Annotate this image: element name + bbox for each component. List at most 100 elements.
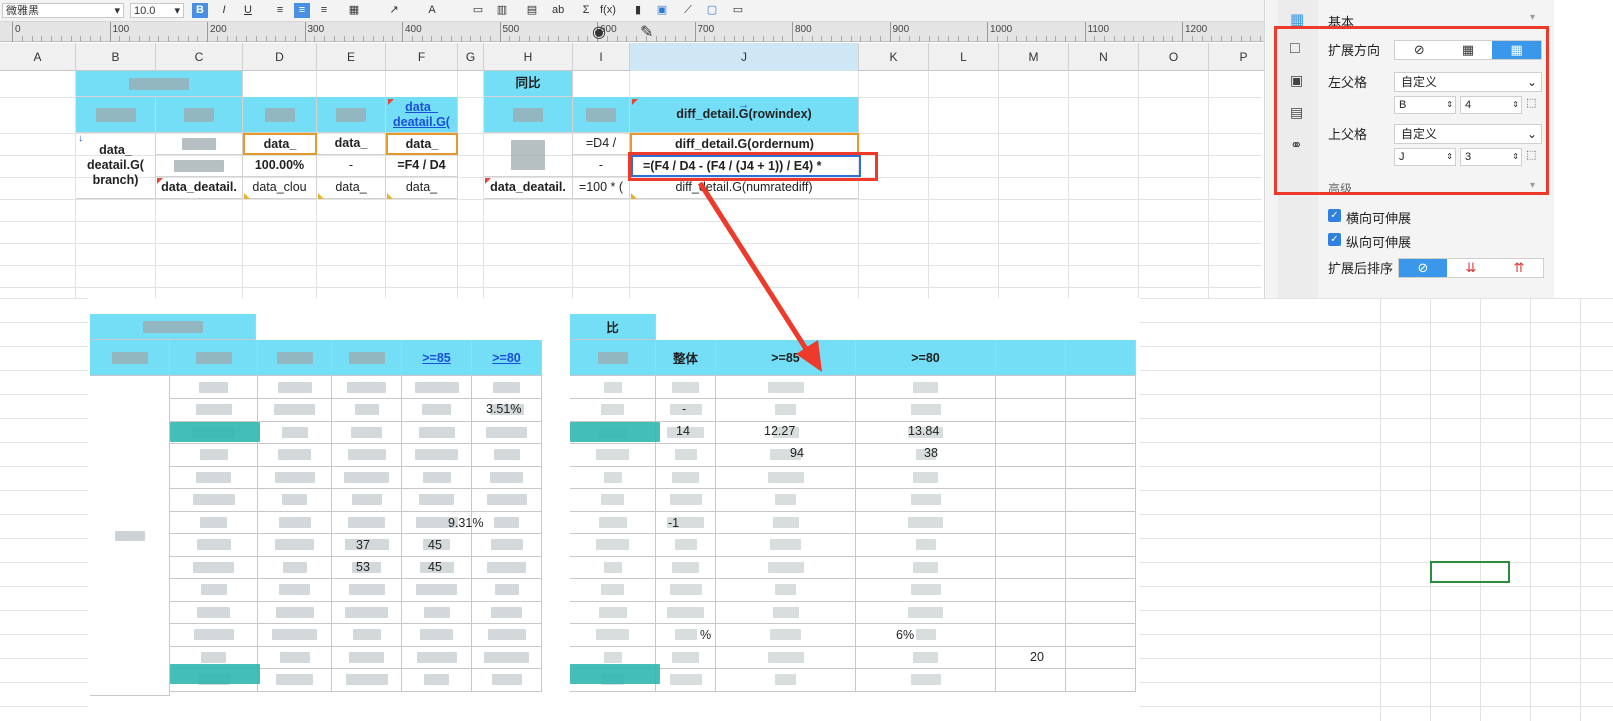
cell-i2[interactable] <box>573 97 630 133</box>
preview-right-cell[interactable] <box>1066 533 1136 557</box>
preview-right-cell[interactable] <box>570 533 656 557</box>
preview-right-cell[interactable] <box>856 488 996 512</box>
column-header-a[interactable]: A <box>0 43 76 71</box>
frame-icon[interactable]: ▭ <box>730 3 746 18</box>
preview-right-header-3[interactable]: >=80 <box>856 340 996 376</box>
slash-icon[interactable]: ⟋ <box>680 3 696 18</box>
preview-right-cell[interactable] <box>856 646 996 669</box>
preview-left-cell[interactable] <box>170 601 258 624</box>
widget-icon[interactable]: ▢ <box>704 3 720 18</box>
preview-right-cell[interactable] <box>996 376 1066 399</box>
preview-right-cell[interactable] <box>570 623 656 647</box>
cell-e4[interactable]: - <box>317 155 386 177</box>
preview-left-header-3[interactable] <box>332 340 402 376</box>
preview-right-cell[interactable] <box>656 466 716 489</box>
preview-right-cell[interactable] <box>856 556 996 579</box>
preview-left-cell[interactable] <box>258 443 332 467</box>
preview-left-cell[interactable] <box>472 443 542 467</box>
preview-right-cell[interactable] <box>856 466 996 489</box>
cell-f3[interactable]: data_ <box>386 133 458 155</box>
preview-left-cell[interactable] <box>332 488 402 512</box>
preview-left-cell[interactable] <box>258 466 332 489</box>
preview-left-cell[interactable] <box>258 623 332 647</box>
preview-left-cell[interactable] <box>258 533 332 557</box>
preview-right-cell[interactable] <box>1066 443 1136 467</box>
preview-left-cell[interactable] <box>402 443 472 467</box>
preview-left-header-5[interactable]: >=80 <box>472 340 542 376</box>
preview-left-header-4[interactable]: >=85 <box>402 340 472 376</box>
preview-right-cell[interactable] <box>716 668 856 692</box>
preview-left-cell[interactable] <box>170 466 258 489</box>
preview-right-cell[interactable] <box>1066 511 1136 534</box>
preview-left-cell[interactable] <box>332 646 402 669</box>
preview-left-title[interactable] <box>90 314 256 340</box>
preview-left-cell[interactable] <box>402 488 472 512</box>
no-sort-icon[interactable]: ⊘ <box>1399 259 1447 277</box>
fx-icon[interactable]: f(x) <box>600 3 616 18</box>
preview-left-cell[interactable] <box>472 623 542 647</box>
preview-right-cell[interactable] <box>570 511 656 534</box>
align-right-icon[interactable]: ≡ <box>316 3 332 18</box>
preview-left-header-0[interactable] <box>90 340 170 376</box>
preview-left-cell[interactable] <box>402 376 472 399</box>
preview-left-cell[interactable] <box>472 668 542 692</box>
chart-icon[interactable]: ▮ <box>630 3 646 18</box>
column-header-f[interactable]: F <box>386 43 458 71</box>
preview-left-cell[interactable] <box>472 376 542 399</box>
preview-right-cell[interactable] <box>996 398 1066 422</box>
preview-left-header-2[interactable] <box>258 340 332 376</box>
preview-left-cell[interactable] <box>472 578 542 602</box>
preview-right-cell[interactable] <box>570 488 656 512</box>
cell-f4[interactable]: =F4 / D4 <box>386 155 458 177</box>
column-header-k[interactable]: K <box>859 43 929 71</box>
v-expand-checkbox[interactable]: ✓ <box>1328 233 1341 246</box>
formula-icon[interactable]: Σ <box>578 3 594 18</box>
data-deatail-link[interactable]: data_ deatail.G( <box>393 100 450 130</box>
font-color-icon[interactable]: A <box>424 3 440 18</box>
preview-right-cell[interactable] <box>856 398 996 422</box>
preview-left-branch-cell[interactable] <box>90 376 170 696</box>
preview-right-header-1[interactable]: 整体 <box>656 340 716 376</box>
preview-left-cell[interactable] <box>472 421 542 444</box>
preview-right-cell[interactable] <box>656 443 716 467</box>
preview-right-cell[interactable] <box>1066 601 1136 624</box>
cell-c2[interactable] <box>156 97 243 133</box>
preview-left-cell[interactable] <box>472 556 542 579</box>
preview-right-cell[interactable] <box>570 398 656 422</box>
preview-right-cell[interactable] <box>656 601 716 624</box>
preview-left-cell[interactable] <box>472 646 542 669</box>
preview-right-cell[interactable] <box>856 623 996 647</box>
preview-left-cell[interactable] <box>258 556 332 579</box>
preview-right-cell[interactable] <box>716 533 856 557</box>
pencil-icon[interactable]: ✎ <box>640 22 653 42</box>
column-header-m[interactable]: M <box>999 43 1069 71</box>
cell-e2[interactable] <box>317 97 386 133</box>
bold-button[interactable]: B <box>192 3 208 18</box>
preview-left-cell[interactable] <box>258 601 332 624</box>
cell-e5[interactable]: data_ <box>317 177 386 199</box>
cell-d5[interactable]: data_clou <box>243 177 317 199</box>
preview-left-cell[interactable] <box>170 623 258 647</box>
preview-right-cell[interactable] <box>656 533 716 557</box>
preview-right-cell[interactable] <box>716 488 856 512</box>
preview-right-cell[interactable] <box>1066 376 1136 399</box>
preview-right-cell[interactable] <box>656 556 716 579</box>
preview-right-cell[interactable] <box>570 443 656 467</box>
preview-right-cell[interactable] <box>716 398 856 422</box>
preview-left-cell[interactable] <box>332 466 402 489</box>
preview-left-cell[interactable] <box>332 421 402 444</box>
preview-left-cell[interactable] <box>332 376 402 399</box>
preview-left-cell[interactable] <box>170 511 258 534</box>
preview-right-header-2[interactable]: >=85 <box>716 340 856 376</box>
sort-descending-icon[interactable]: ⇈ <box>1495 259 1543 277</box>
preview-right-cell[interactable] <box>656 646 716 669</box>
column-header-c[interactable]: C <box>156 43 243 71</box>
cell-d3[interactable]: data_ <box>243 133 317 155</box>
column-header-h[interactable]: H <box>484 43 573 71</box>
preview-left-cell[interactable] <box>472 533 542 557</box>
preview-selected-cell[interactable] <box>1430 561 1510 583</box>
preview-left-cell[interactable] <box>402 466 472 489</box>
align-left-icon[interactable]: ≡ <box>272 3 288 18</box>
cell-i4[interactable]: - <box>573 155 630 177</box>
preview-right-cell[interactable] <box>656 376 716 399</box>
